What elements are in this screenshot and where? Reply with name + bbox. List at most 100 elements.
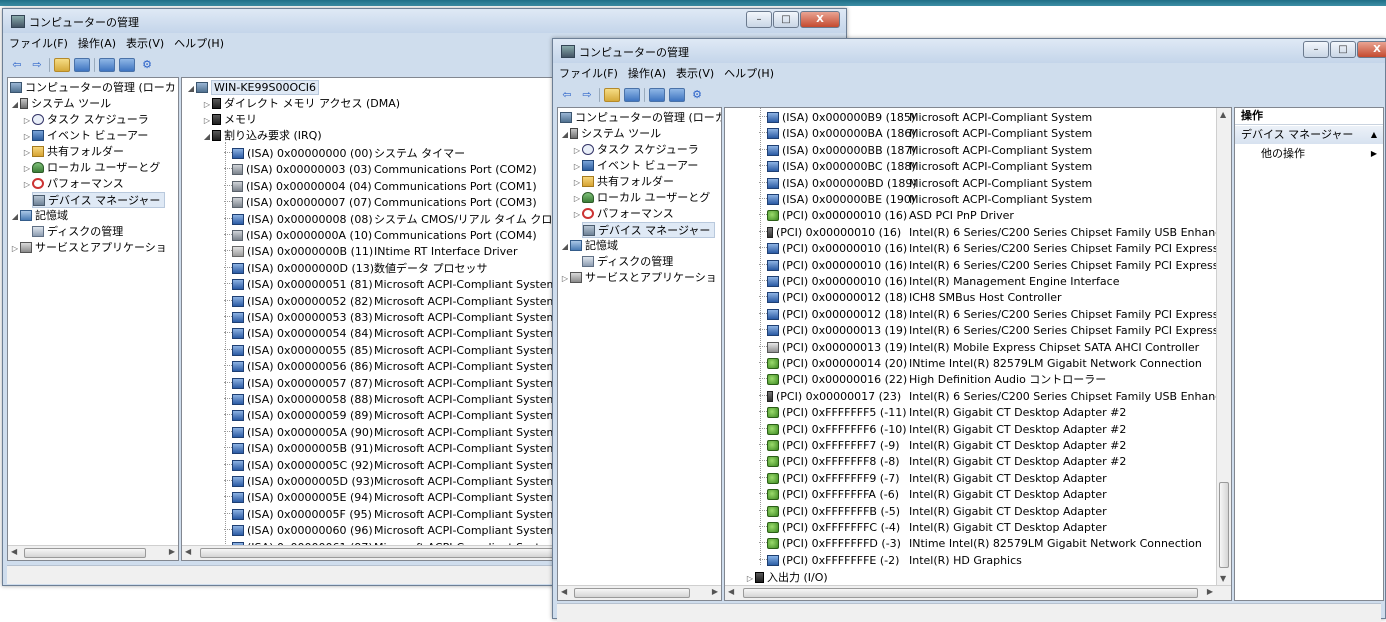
expand-arrow-icon[interactable]: ▷ — [22, 145, 32, 161]
category-irq[interactable]: ◢ 割り込み要求 (IRQ) — [202, 128, 322, 144]
collapse-up-icon[interactable]: ▲ — [1371, 126, 1377, 144]
device-row[interactable]: (PCI) 0x00000012 (18) Intel(R) 6 Series/C… — [759, 307, 1231, 323]
scroll-right-icon[interactable]: ▶ — [712, 587, 718, 596]
device-row[interactable]: (PCI) 0x00000010 (16) Intel(R) Management… — [759, 274, 1231, 290]
device-row[interactable]: (ISA) 0x000000BC (188) Microsoft ACPI-Com… — [759, 159, 1231, 175]
tree-system-tools[interactable]: ◢ システム ツール — [10, 96, 111, 112]
tree-device-manager[interactable]: デバイス マネージャー — [32, 192, 166, 208]
expand-arrow-icon[interactable]: ▷ — [22, 161, 32, 177]
tree-performance[interactable]: ▷ パフォーマンス — [22, 176, 124, 192]
device-row[interactable]: (PCI) 0xFFFFFFFE (-2) Intel(R) HD Graphic… — [759, 553, 1231, 569]
tree-disk-management[interactable]: ディスクの管理 — [32, 224, 123, 240]
expand-arrow-icon[interactable]: ▷ — [572, 207, 582, 223]
menu-help[interactable]: ヘルプ(H) — [174, 35, 224, 53]
collapse-arrow-icon[interactable]: ◢ — [202, 129, 212, 145]
help-icon[interactable] — [649, 88, 665, 102]
tree-services-apps[interactable]: ▷ サービスとアプリケーショ — [560, 270, 717, 286]
tree-task-scheduler[interactable]: ▷ タスク スケジューラ — [572, 142, 699, 158]
expand-arrow-icon[interactable]: ▷ — [22, 177, 32, 193]
scroll-left-icon[interactable]: ◀ — [185, 547, 191, 556]
close-button[interactable]: X — [800, 11, 840, 28]
up-folder-icon[interactable] — [604, 88, 620, 102]
device-row[interactable]: (PCI) 0xFFFFFFF6 (-10) Intel(R) Gigabit C… — [759, 422, 1231, 438]
device-row[interactable]: (PCI) 0xFFFFFFFC (-4) Intel(R) Gigabit CT… — [759, 520, 1231, 536]
scroll-left-icon[interactable]: ◀ — [561, 587, 567, 596]
tree-storage[interactable]: ◢ 記憶域 — [10, 208, 68, 224]
tree-services-apps[interactable]: ▷ サービスとアプリケーショ — [10, 240, 167, 256]
list-vertical-scrollbar[interactable]: ▲ ▼ — [1216, 108, 1231, 585]
expand-arrow-icon[interactable]: ▷ — [572, 175, 582, 191]
device-row[interactable]: (PCI) 0xFFFFFFFA (-6) Intel(R) Gigabit CT… — [759, 487, 1231, 503]
device-row[interactable]: (PCI) 0x00000013 (19) Intel(R) 6 Series/C… — [759, 323, 1231, 339]
expand-arrow-icon[interactable]: ▷ — [202, 97, 212, 113]
tree-local-users[interactable]: ▷ ローカル ユーザーとグ — [572, 190, 710, 206]
maximize-button[interactable]: □ — [773, 11, 799, 28]
expand-arrow-icon[interactable]: ▷ — [10, 241, 20, 257]
menu-view[interactable]: 表示(V) — [126, 35, 164, 53]
scroll-thumb[interactable] — [574, 588, 690, 598]
forward-arrow-icon[interactable]: ⇨ — [29, 58, 45, 72]
console-tree-pane[interactable]: コンピューターの管理 (ローカ ◢ システム ツール ▷ タスク スケジューラ ▷ イ… — [557, 107, 722, 601]
console-tree-pane[interactable]: コンピューターの管理 (ローカ ◢ システム ツール ▷ タスク スケジューラ ▷ イ… — [7, 77, 179, 561]
expand-arrow-icon[interactable]: ▷ — [572, 191, 582, 207]
device-row[interactable]: (PCI) 0xFFFFFFF7 (-9) Intel(R) Gigabit CT… — [759, 438, 1231, 454]
device-row[interactable]: (PCI) 0x00000014 (20) INtime Intel(R) 825… — [759, 356, 1231, 372]
tree-shared-folders[interactable]: ▷ 共有フォルダー — [572, 174, 674, 190]
menu-file[interactable]: ファイル(F) — [9, 35, 68, 53]
minimize-button[interactable]: – — [746, 11, 772, 28]
device-row[interactable]: (PCI) 0xFFFFFFFB (-5) Intel(R) Gigabit CT… — [759, 504, 1231, 520]
minimize-button[interactable]: – — [1303, 41, 1329, 58]
device-row[interactable]: (PCI) 0x00000010 (16) Intel(R) 6 Series/C… — [759, 225, 1231, 241]
tree-horizontal-scrollbar[interactable]: ◀ ▶ — [8, 545, 178, 560]
actions-pane[interactable]: 操作 デバイス マネージャー ▲ 他の操作 ▶ — [1234, 107, 1384, 601]
device-list-pane[interactable]: (ISA) 0x000000B9 (185) Microsoft ACPI-Com… — [724, 107, 1232, 601]
device-row[interactable]: (ISA) 0x000000B9 (185) Microsoft ACPI-Com… — [759, 110, 1231, 126]
collapse-arrow-icon[interactable]: ◢ — [560, 127, 570, 143]
scroll-right-icon[interactable]: ▶ — [1207, 587, 1213, 596]
actions-group-device-manager[interactable]: デバイス マネージャー ▲ — [1235, 126, 1383, 144]
tree-storage[interactable]: ◢ 記憶域 — [560, 238, 618, 254]
computer-management-window-front[interactable]: コンピューターの管理 – □ X ファイル(F) 操作(A) 表示(V) ヘルプ… — [552, 38, 1386, 622]
menu-help[interactable]: ヘルプ(H) — [724, 65, 774, 83]
help-icon[interactable] — [99, 58, 115, 72]
scan-hardware-icon[interactable]: ⚙ — [139, 58, 155, 72]
scan-hardware-icon[interactable]: ⚙ — [689, 88, 705, 102]
title-bar[interactable]: コンピューターの管理 – □ X — [3, 9, 846, 33]
scroll-thumb[interactable] — [24, 548, 146, 558]
expand-arrow-icon[interactable]: ▷ — [202, 113, 212, 129]
collapse-arrow-icon[interactable]: ◢ — [560, 239, 570, 255]
menu-file[interactable]: ファイル(F) — [559, 65, 618, 83]
expand-arrow-icon[interactable]: ▷ — [572, 159, 582, 175]
tree-device-manager[interactable]: デバイス マネージャー — [582, 222, 716, 238]
device-row[interactable]: (PCI) 0x00000016 (22) High Definition Aud… — [759, 372, 1231, 388]
show-hide-tree-icon[interactable] — [624, 88, 640, 102]
device-row[interactable]: (PCI) 0x00000013 (19) Intel(R) Mobile Exp… — [759, 340, 1231, 356]
tree-horizontal-scrollbar[interactable]: ◀ ▶ — [558, 585, 721, 600]
category-io[interactable]: ▷ 入出力 (I/O) — [745, 570, 828, 586]
close-button[interactable]: X — [1357, 41, 1386, 58]
computer-node[interactable]: ◢ WIN-KE99S00OCI6 — [186, 80, 320, 97]
device-row[interactable]: (PCI) 0x00000017 (23) Intel(R) 6 Series/C… — [759, 389, 1231, 405]
menu-action[interactable]: 操作(A) — [78, 35, 116, 53]
up-folder-icon[interactable] — [54, 58, 70, 72]
device-row[interactable]: (PCI) 0x00000010 (16) Intel(R) 6 Series/C… — [759, 258, 1231, 274]
actions-more-actions[interactable]: 他の操作 ▶ — [1235, 145, 1383, 163]
list-horizontal-scrollbar[interactable]: ◀ ▶ — [725, 585, 1231, 600]
device-row[interactable]: (ISA) 0x000000BD (189) Microsoft ACPI-Com… — [759, 176, 1231, 192]
tree-root[interactable]: コンピューターの管理 (ローカ — [10, 80, 176, 96]
device-row[interactable]: (ISA) 0x000000BB (187) Microsoft ACPI-Com… — [759, 143, 1231, 159]
expand-arrow-icon[interactable]: ▷ — [22, 113, 32, 129]
back-arrow-icon[interactable]: ⇦ — [559, 88, 575, 102]
tree-disk-management[interactable]: ディスクの管理 — [582, 254, 673, 270]
scroll-down-icon[interactable]: ▼ — [1220, 574, 1226, 583]
tree-system-tools[interactable]: ◢ システム ツール — [560, 126, 661, 142]
tree-root[interactable]: コンピューターの管理 (ローカ — [560, 110, 721, 126]
collapse-arrow-icon[interactable]: ◢ — [10, 97, 20, 113]
menu-action[interactable]: 操作(A) — [628, 65, 666, 83]
properties-icon[interactable] — [669, 88, 685, 102]
collapse-arrow-icon[interactable]: ◢ — [186, 81, 196, 97]
scroll-thumb[interactable] — [200, 548, 560, 558]
scroll-right-icon[interactable]: ▶ — [169, 547, 175, 556]
expand-arrow-icon[interactable]: ▷ — [560, 271, 570, 287]
collapse-arrow-icon[interactable]: ◢ — [10, 209, 20, 225]
